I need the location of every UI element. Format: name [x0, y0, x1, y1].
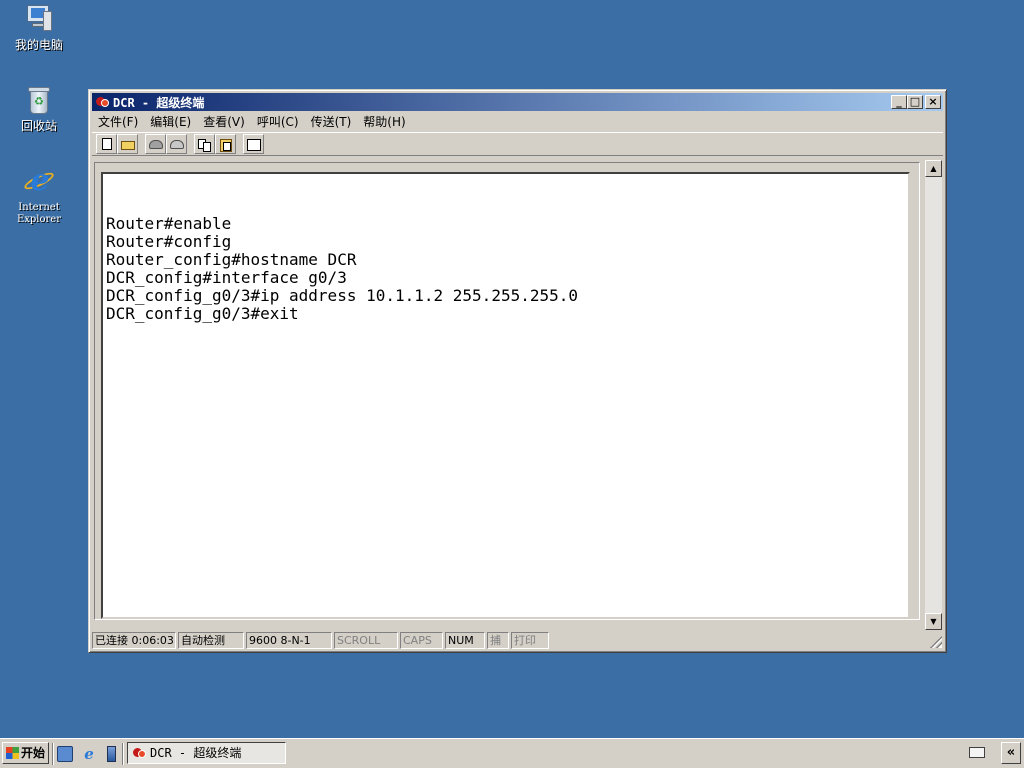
internet-explorer-icon: e	[22, 166, 56, 198]
call-icon	[149, 140, 163, 149]
internet-explorer-quicklaunch-icon[interactable]: e	[81, 746, 97, 762]
terminal-line: Router#enable	[106, 214, 232, 233]
status-connected-time: 已连接 0:06:03	[92, 631, 176, 649]
menu-call[interactable]: 呼叫(C)	[251, 113, 305, 130]
hyperterminal-app-icon	[132, 746, 148, 760]
show-desktop-icon[interactable]	[57, 746, 73, 762]
terminal-line: DCR_config_g0/3#exit	[106, 304, 299, 323]
desktop-icon-label: Internet Explorer	[16, 202, 62, 225]
send-button[interactable]	[194, 134, 215, 154]
terminal-line: Router#config	[106, 232, 232, 251]
desktop-icon-label: 我的电脑	[14, 38, 63, 52]
menu-view[interactable]: 查看(V)	[197, 113, 251, 130]
status-capture: 捕	[487, 631, 509, 649]
status-bar: 已连接 0:06:03 自动检测 9600 8-N-1 SCROLL CAPS …	[92, 631, 943, 649]
media-quicklaunch-icon[interactable]	[107, 746, 116, 762]
disconnect-icon	[170, 140, 184, 149]
maximize-button[interactable]: □	[907, 95, 923, 109]
status-port-params: 9600 8-N-1	[246, 631, 332, 649]
terminal-line: Router_config#hostname DCR	[106, 250, 357, 269]
open-button[interactable]	[117, 134, 138, 154]
terminal-screen[interactable]: Router#enable Router#config Router_config#…	[101, 172, 910, 619]
properties-button[interactable]	[243, 134, 264, 154]
recycle-bin-icon: ♻	[23, 84, 55, 116]
close-button[interactable]: ×	[925, 95, 941, 109]
taskbar-separator	[122, 743, 124, 765]
menu-edit[interactable]: 编辑(E)	[144, 113, 197, 130]
menu-transfer[interactable]: 传送(T)	[305, 113, 358, 130]
toolbar	[92, 132, 943, 156]
receive-button[interactable]	[215, 134, 236, 154]
taskbar: 开始 e DCR - 超级终端 «	[0, 738, 1024, 768]
minimize-button[interactable]: _	[891, 95, 907, 109]
menu-bar: 文件(F) 编辑(E) 查看(V) 呼叫(C) 传送(T) 帮助(H)	[92, 112, 943, 130]
resize-grip[interactable]	[930, 636, 942, 648]
start-label: 开始	[21, 746, 46, 760]
scroll-down-button[interactable]: ▼	[925, 613, 942, 630]
taskbar-separator	[52, 743, 54, 765]
hyperterminal-window: DCR - 超级终端 _ □ × 文件(F) 编辑(E) 查看(V) 呼叫(C)…	[88, 89, 947, 653]
windows-logo-icon	[6, 747, 19, 759]
hyperterminal-app-icon[interactable]	[95, 95, 111, 109]
taskbar-window-button[interactable]: DCR - 超级终端	[127, 742, 286, 764]
menu-help[interactable]: 帮助(H)	[357, 113, 411, 130]
call-button[interactable]	[145, 134, 166, 154]
my-computer-icon	[23, 3, 55, 35]
status-detect: 自动检测	[178, 631, 244, 649]
status-scroll: SCROLL	[334, 631, 398, 649]
title-bar[interactable]: DCR - 超级终端 _ □ ×	[92, 93, 943, 111]
scroll-up-button[interactable]: ▲	[925, 160, 942, 177]
show-hidden-icons-button[interactable]: «	[1001, 742, 1021, 764]
terminal-line: DCR_config#interface g0/3	[106, 268, 347, 287]
terminal-output: Router#enable Router#config Router_config#…	[106, 197, 578, 359]
window-title: DCR - 超级终端	[113, 95, 205, 110]
desktop-icon-recycle-bin[interactable]: ♻ 回收站	[1, 84, 77, 133]
vertical-scrollbar[interactable]: ▲ ▼	[925, 160, 942, 630]
taskbar-window-title: DCR - 超级终端	[150, 746, 242, 760]
desktop-icon-my-computer[interactable]: 我的电脑	[1, 3, 77, 52]
menu-file[interactable]: 文件(F)	[92, 113, 144, 130]
status-num: NUM	[445, 631, 485, 649]
properties-icon	[247, 139, 261, 151]
new-document-icon	[102, 138, 112, 150]
disconnect-button[interactable]	[166, 134, 187, 154]
start-button[interactable]: 开始	[2, 742, 49, 764]
desktop-icon-label: 回收站	[20, 119, 57, 133]
status-caps: CAPS	[400, 631, 443, 649]
open-folder-icon	[121, 141, 135, 150]
desktop-icon-internet-explorer[interactable]: e Internet Explorer	[1, 166, 77, 226]
terminal-line: DCR_config_g0/3#ip address 10.1.1.2 255.…	[106, 286, 579, 305]
keyboard-icon[interactable]	[969, 747, 985, 758]
new-button[interactable]	[96, 134, 117, 154]
status-print: 打印	[511, 631, 549, 649]
